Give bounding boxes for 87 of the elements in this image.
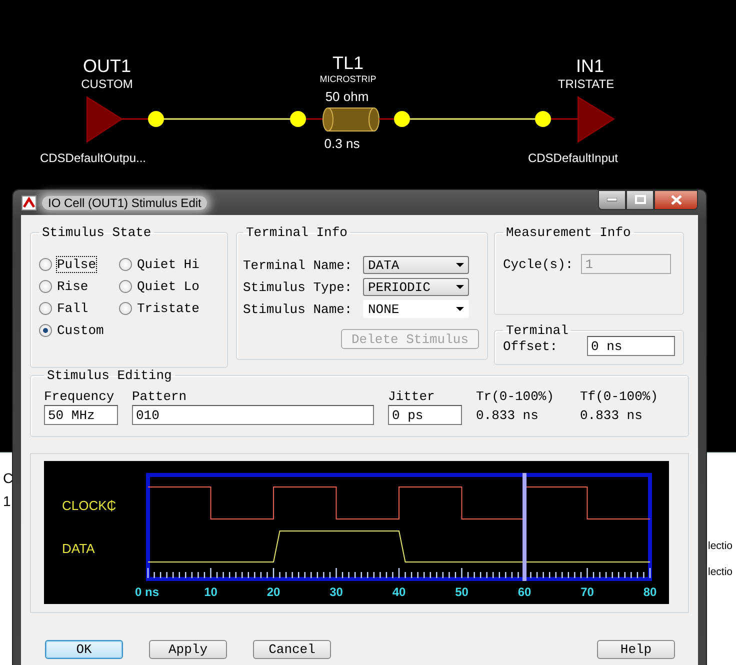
pin-line	[551, 118, 578, 120]
radio-option[interactable]: Quiet Hi	[119, 256, 219, 272]
radio-option[interactable]: Rise	[39, 278, 119, 294]
input-field[interactable]: 50 MHz	[44, 405, 118, 425]
time-label: 30	[330, 585, 343, 599]
dialog-button[interactable]: Apply	[149, 640, 227, 659]
pin-dot[interactable]	[394, 111, 410, 127]
part-mode: TRISTATE	[558, 77, 614, 91]
radio-button[interactable]	[39, 258, 52, 270]
readout-value: 0.833 ns	[476, 406, 540, 424]
radio-button[interactable]	[39, 302, 52, 314]
time-label: 10	[204, 585, 218, 599]
radio-option[interactable]: Custom	[39, 322, 119, 338]
group-title: Terminal	[505, 323, 570, 338]
radio-button[interactable]	[119, 258, 132, 270]
dialog-button[interactable]: OK	[45, 640, 123, 659]
part-name: TL1	[332, 53, 364, 73]
model-name: CDSDefaultOutpu...	[40, 151, 146, 165]
time-label: 20	[266, 585, 280, 599]
radio-option[interactable]: Quiet Lo	[119, 278, 219, 294]
pin-line	[122, 118, 150, 120]
impedance-label: 50 ohm	[325, 89, 369, 104]
field-label: Offset:	[503, 338, 558, 354]
pin-dot[interactable]	[290, 111, 306, 127]
group-title: Stimulus Editing	[46, 368, 173, 383]
window-title: IO Cell (OUT1) Stimulus Edit	[42, 196, 208, 210]
radio-button[interactable]	[39, 324, 52, 336]
pin-line	[306, 118, 325, 120]
readout-value: 0.833 ns	[580, 406, 644, 424]
close-button[interactable]	[654, 190, 698, 210]
minimize-button[interactable]	[598, 190, 626, 210]
column-label: Frequency	[44, 389, 116, 404]
radio-option[interactable]: Pulse	[39, 256, 119, 272]
group-title: Terminal Info	[245, 225, 348, 240]
dialog-button[interactable]: Cancel	[253, 640, 331, 659]
time-label: 0 ns	[135, 585, 160, 599]
column-label: Tr(0-100%)	[476, 389, 556, 404]
dropdown[interactable]: DATA	[363, 256, 469, 274]
radio-button[interactable]	[119, 302, 132, 314]
field-label: Terminal Name:	[243, 258, 354, 272]
column-label: Jitter	[388, 389, 436, 404]
combo-box[interactable]: NONE	[363, 300, 469, 318]
close-icon	[670, 194, 682, 204]
time-label: 60	[518, 585, 532, 599]
column-label: Pattern	[132, 389, 188, 404]
time-label: 80	[643, 585, 657, 599]
delay-label: 0.3 ns	[324, 136, 360, 151]
radio-button[interactable]	[119, 280, 132, 292]
time-label: 70	[580, 585, 594, 599]
signal-name: DATA	[62, 541, 95, 556]
offset-field[interactable]: 0 ns	[587, 336, 675, 356]
maximize-button[interactable]	[626, 190, 654, 210]
column-label: Tf(0-100%)	[580, 389, 660, 404]
maximize-icon	[634, 195, 646, 204]
field-label: Stimulus Type:	[243, 280, 354, 294]
radio-option[interactable]: Tristate	[119, 300, 219, 316]
part-name: IN1	[576, 56, 604, 76]
table-cell: 1	[3, 493, 11, 509]
pin-dot[interactable]	[535, 111, 551, 127]
radio-option[interactable]: Fall	[39, 300, 119, 316]
part-mode: CUSTOM	[81, 77, 133, 91]
part-type: MICROSTRIP	[320, 74, 376, 84]
dropdown-arrow-icon	[456, 307, 464, 311]
part-name: OUT1	[83, 56, 131, 76]
field-label: Cycle(s):	[503, 256, 574, 272]
minimize-icon	[607, 198, 617, 202]
input-field[interactable]: 010	[132, 405, 374, 425]
signal-name: CLOCK₵	[62, 498, 116, 513]
transmission-line-cylinder[interactable]	[322, 108, 380, 132]
list-item[interactable]: lectio	[708, 566, 733, 578]
group-title: Stimulus State	[41, 225, 152, 240]
app-icon	[21, 194, 37, 210]
list-item[interactable]: lectio	[708, 540, 733, 552]
dropdown-arrow-icon	[456, 263, 464, 267]
column-header: C	[3, 470, 14, 486]
dialog-button[interactable]: Help	[597, 640, 675, 659]
dropdown-arrow-icon	[456, 285, 464, 289]
time-label: 40	[392, 585, 406, 599]
input-field[interactable]: 0 ps	[388, 405, 462, 425]
radio-button[interactable]	[39, 280, 52, 292]
field-label: Stimulus Name:	[243, 302, 354, 316]
group-title: Measurement Info	[505, 225, 632, 240]
model-name: CDSDefaultInput	[528, 151, 618, 165]
dropdown[interactable]: PERIODIC	[363, 278, 469, 296]
pin-dot[interactable]	[148, 111, 164, 127]
time-label: 50	[455, 585, 468, 599]
pin-line	[379, 118, 395, 120]
